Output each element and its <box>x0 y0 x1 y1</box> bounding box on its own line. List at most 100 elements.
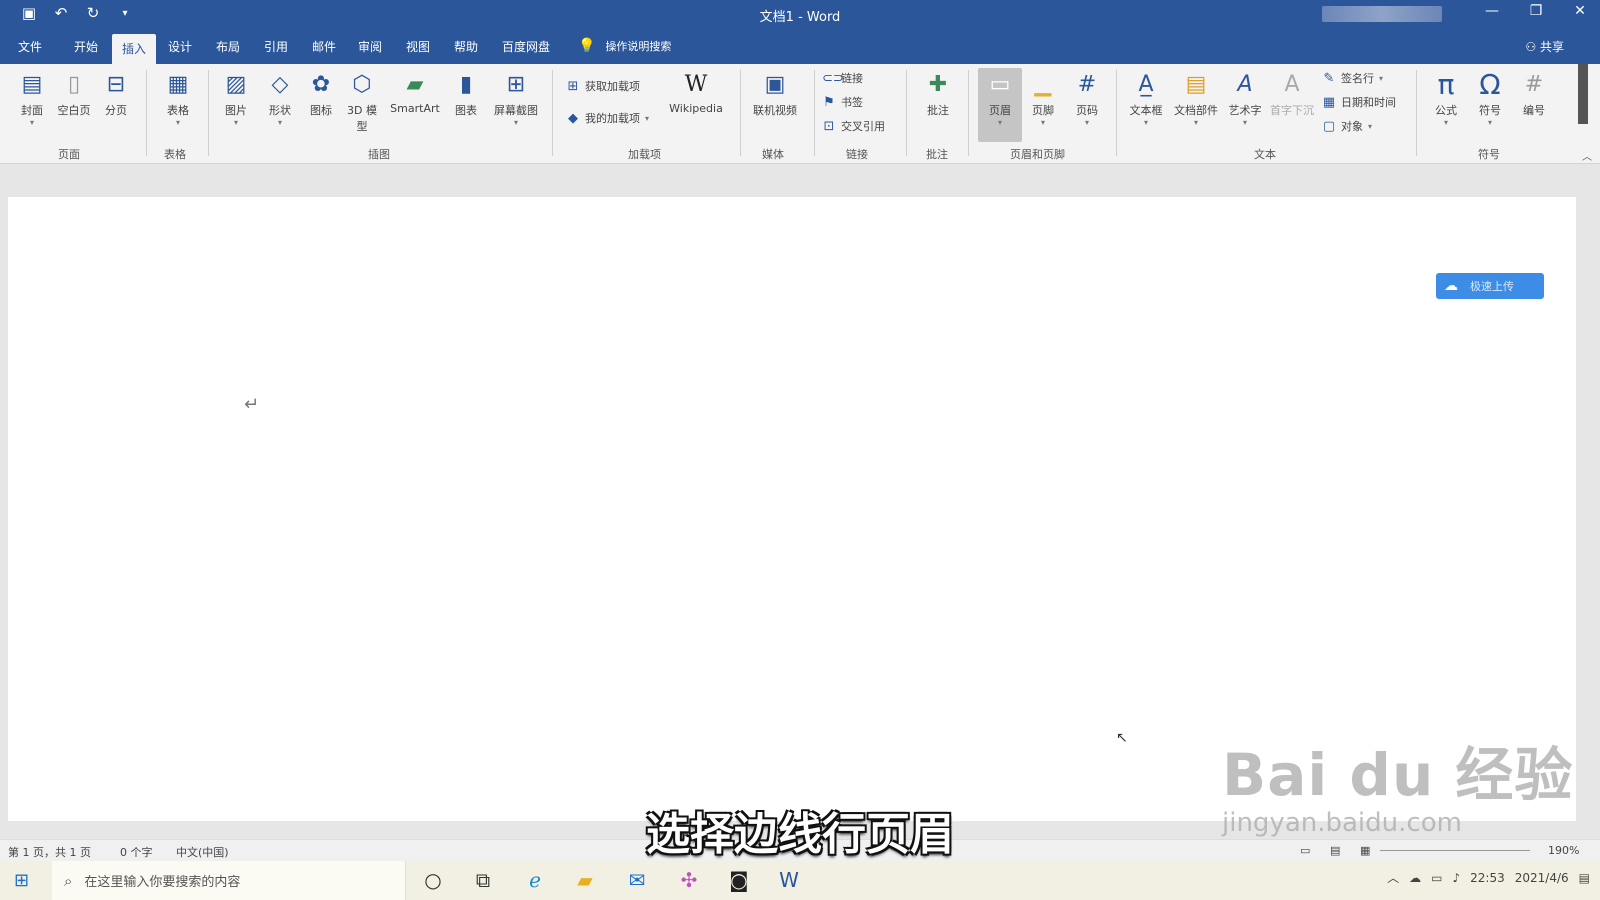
tab-help[interactable]: 帮助 <box>454 38 478 55</box>
tab-file[interactable]: 文件 <box>18 38 42 55</box>
table-button[interactable]: ▦ 表格 ▾ <box>158 70 198 127</box>
mail-icon[interactable]: ✉ <box>624 868 650 892</box>
tab-home[interactable]: 开始 <box>74 38 98 55</box>
pictures-button[interactable]: ▨ 图片 ▾ <box>216 70 256 127</box>
chart-button[interactable]: ▮ 图表 <box>448 70 484 118</box>
windows-start-icon[interactable]: ⊞ <box>14 870 29 891</box>
tab-layout[interactable]: 布局 <box>216 38 240 55</box>
share-label: 共享 <box>1539 40 1564 54</box>
windows-taskbar: ⊞ ⌕ 在这里输入你要搜索的内容 ○ ⧉ ℯ ▰ ✉ ✣ ◙ W ︿ ☁ ▭ ♪… <box>0 861 1600 900</box>
my-addins-button[interactable]: ◆ 我的加载项 ▾ <box>566 110 649 126</box>
taskbar-search-placeholder: 在这里输入你要搜索的内容 <box>84 875 241 890</box>
page-number-button[interactable]: # 页码 ▾ <box>1066 70 1108 127</box>
table-icon: ▦ <box>167 72 189 97</box>
minimize-icon[interactable]: — <box>1482 3 1502 19</box>
window-controls: — ❐ ✕ <box>1482 3 1590 19</box>
tell-me-label: 操作说明搜索 <box>605 40 672 53</box>
object-button[interactable]: ▢ 对象 ▾ <box>1322 118 1372 134</box>
shapes-button[interactable]: ◇ 形状 ▾ <box>260 70 300 127</box>
ribbon-tabs: 文件 开始 插入 设计 布局 引用 邮件 审阅 视图 帮助 百度网盘 💡 操作说… <box>0 28 1600 67</box>
comment-button[interactable]: ✚ 批注 <box>916 70 960 118</box>
drop-cap-icon: A <box>1284 72 1300 97</box>
video-icon: ▣ <box>764 72 786 97</box>
online-video-button[interactable]: ▣ 联机视频 <box>746 70 804 118</box>
get-addins-button[interactable]: ⊞ 获取加载项 <box>566 78 640 94</box>
tab-insert[interactable]: 插入 <box>112 34 157 67</box>
picture-icon: ▨ <box>225 72 247 97</box>
comment-icon: ✚ <box>928 72 948 97</box>
tab-references[interactable]: 引用 <box>264 38 288 55</box>
clock-date[interactable]: 2021/4/6 <box>1515 871 1569 885</box>
task-view-icon[interactable]: ⧉ <box>470 868 496 892</box>
wordart-button[interactable]: A 艺术字 ▾ <box>1224 70 1266 127</box>
notification-icon[interactable]: ▤ <box>1579 871 1590 885</box>
header-button[interactable]: ▭ 页眉 ▾ <box>978 70 1022 127</box>
cross-reference-icon: ⊡ <box>823 118 835 134</box>
clock-time[interactable]: 22:53 <box>1470 871 1505 885</box>
wikipedia-button[interactable]: W Wikipedia <box>664 70 728 115</box>
footer-button[interactable]: ▁ 页脚 ▾ <box>1022 70 1064 127</box>
header-icon: ▭ <box>989 72 1011 97</box>
link-button[interactable]: ⊂⊃ 链接 <box>822 70 863 86</box>
paragraph-mark-icon: ↵ <box>244 394 260 415</box>
tab-design[interactable]: 设计 <box>168 38 192 55</box>
omega-icon: Ω <box>1479 68 1501 101</box>
quick-parts-button[interactable]: ▤ 文档部件 ▾ <box>1170 70 1222 127</box>
account-avatar[interactable] <box>1322 6 1442 22</box>
tray-expand-icon[interactable]: ︿ <box>1387 869 1399 886</box>
quick-parts-icon: ▤ <box>1185 72 1207 97</box>
equation-button[interactable]: π 公式 ▾ <box>1426 68 1466 128</box>
tab-view[interactable]: 视图 <box>406 38 430 55</box>
cover-page-button[interactable]: ▤ 封面 ▾ <box>14 70 50 127</box>
3d-models-button[interactable]: ⬡ 3D 模型 <box>342 70 382 134</box>
cloud-tray-icon[interactable]: ☁ <box>1409 871 1421 885</box>
symbol-button[interactable]: Ω 符号 ▾ <box>1470 68 1510 128</box>
network-icon[interactable]: ▭ <box>1431 871 1442 885</box>
cortana-icon[interactable]: ○ <box>420 868 446 892</box>
cloud-icon: ☁ <box>1444 278 1458 294</box>
group-label-addins: 加载项 <box>628 148 661 161</box>
word-app-icon[interactable]: W <box>776 868 802 892</box>
close-icon[interactable]: ✕ <box>1570 3 1590 19</box>
pinwheel-app-icon[interactable]: ✣ <box>676 868 702 892</box>
tab-mailings[interactable]: 邮件 <box>312 38 336 55</box>
search-icon: ⌕ <box>64 871 73 890</box>
textbox-icon: A̲ <box>1138 72 1154 97</box>
blank-page-button[interactable]: ▯ 空白页 <box>52 70 96 118</box>
ribbon-scrollbar[interactable] <box>1578 64 1588 124</box>
watermark-logo: Bai du 经验 <box>1222 741 1574 809</box>
tab-review[interactable]: 审阅 <box>358 38 382 55</box>
bookmark-button[interactable]: ⚑ 书签 <box>822 94 863 110</box>
icons-button[interactable]: ✿ 图标 <box>304 70 338 118</box>
tab-baidu-netdisk[interactable]: 百度网盘 <box>502 38 550 55</box>
person-icon: ⚇ <box>1525 40 1537 54</box>
edge-icon[interactable]: ℯ <box>522 868 548 892</box>
page-number-icon: # <box>1077 72 1097 97</box>
drop-cap-button[interactable]: A 首字下沉 <box>1266 70 1318 118</box>
page-break-button[interactable]: ⊟ 分页 <box>98 70 134 118</box>
smartart-button[interactable]: ▰ SmartArt <box>386 70 444 115</box>
chart-icon: ▮ <box>459 72 473 97</box>
number-icon: # <box>1524 72 1544 97</box>
signature-icon: ✎ <box>1323 70 1335 86</box>
bookmark-icon: ⚑ <box>823 94 835 110</box>
taskbar-search-box[interactable]: ⌕ 在这里输入你要搜索的内容 <box>52 861 406 900</box>
file-explorer-icon[interactable]: ▰ <box>572 868 598 892</box>
signature-line-button[interactable]: ✎ 签名行 ▾ <box>1322 70 1383 86</box>
smartart-icon: ▰ <box>406 72 424 97</box>
pi-icon: π <box>1437 68 1455 101</box>
page-break-icon: ⊟ <box>106 72 126 97</box>
camera-app-icon[interactable]: ◙ <box>726 868 752 892</box>
volume-icon[interactable]: ♪ <box>1452 871 1460 885</box>
collapse-ribbon-icon[interactable]: ︿ <box>1582 148 1592 163</box>
tell-me-search[interactable]: 💡 操作说明搜索 <box>578 38 671 54</box>
textbox-button[interactable]: A̲ 文本框 ▾ <box>1124 70 1168 127</box>
quick-upload-button[interactable]: ☁ 极速上传 <box>1436 273 1544 299</box>
link-icon: ⊂⊃ <box>822 70 844 86</box>
cross-reference-button[interactable]: ⊡ 交叉引用 <box>822 118 885 134</box>
share-button[interactable]: ⚇ 共享 <box>1525 38 1564 55</box>
date-time-button[interactable]: ▦ 日期和时间 <box>1322 94 1396 110</box>
number-button[interactable]: # 编号 <box>1514 70 1554 118</box>
screenshot-button[interactable]: ⊞ 屏幕截图 ▾ <box>488 70 544 127</box>
restore-icon[interactable]: ❐ <box>1526 3 1546 19</box>
